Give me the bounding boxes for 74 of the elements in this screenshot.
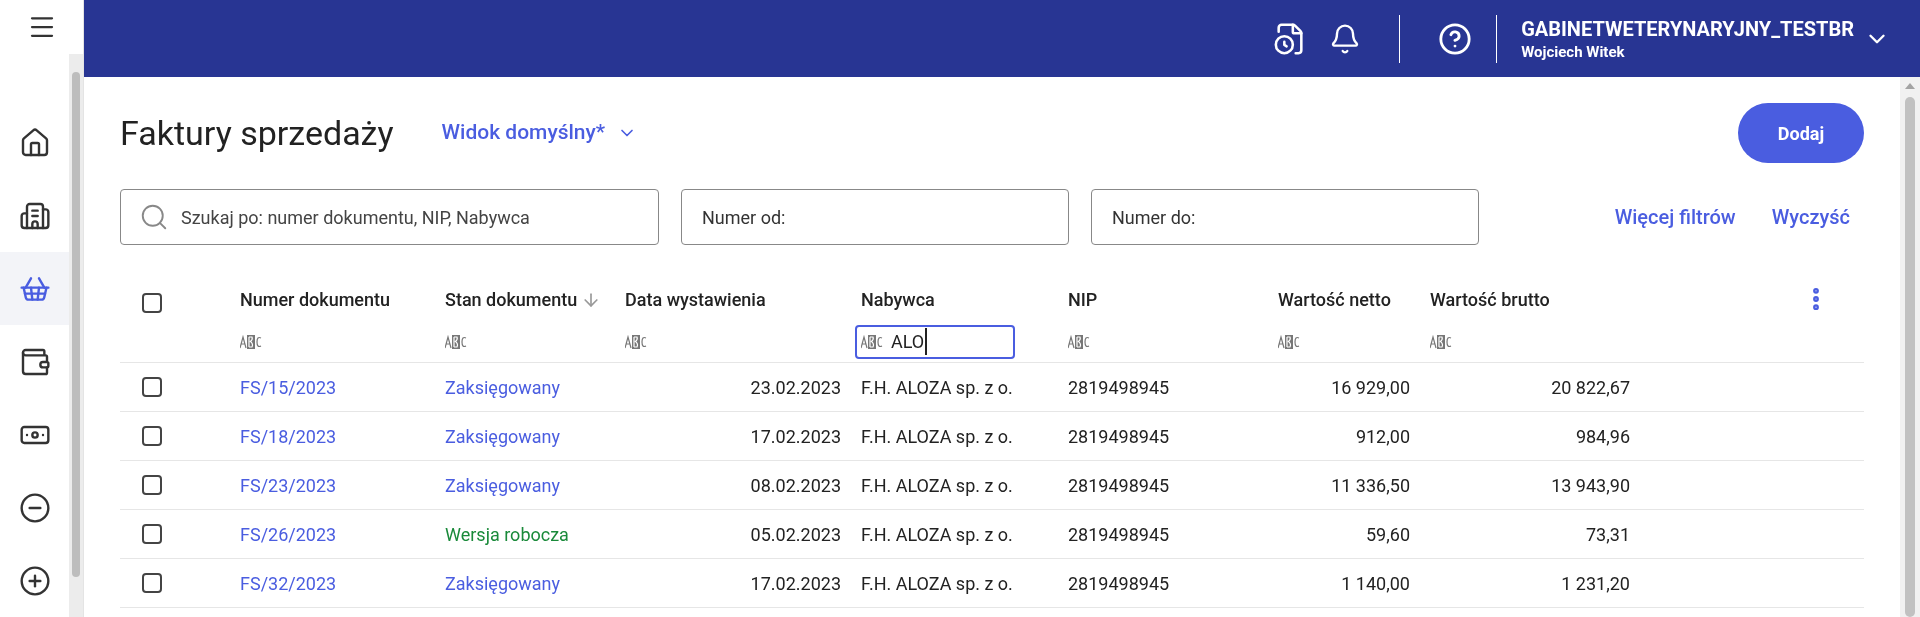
table-cell-text: 17.02.2023	[750, 424, 841, 449]
table-cell-text: 73,31	[1586, 522, 1630, 547]
scrollbar[interactable]	[69, 54, 83, 617]
number-from-field[interactable]: Numer od:	[681, 189, 1069, 245]
plus-circle-icon	[18, 564, 51, 597]
search-field[interactable]: Szukaj po: numer dokumentu, NIP, Nabywca	[120, 189, 659, 245]
table-cell-text: 05.02.2023	[750, 522, 841, 547]
search-icon	[139, 202, 169, 232]
table-cell-text: F.H. ALOZA sp. z o.	[861, 571, 1013, 596]
scrollbar[interactable]	[1900, 77, 1920, 617]
table-cell-text: 13 943,90	[1551, 473, 1630, 498]
help-icon[interactable]	[1438, 21, 1473, 56]
checkbox[interactable]	[142, 293, 162, 313]
table-cell-text: F.H. ALOZA sp. z o.	[861, 473, 1013, 498]
checkbox[interactable]	[142, 426, 162, 446]
column-header[interactable]: Nabywca	[861, 286, 935, 313]
table-cell-text: 2819498945	[1068, 375, 1170, 400]
page-title: Faktury sprzedaży	[120, 111, 394, 155]
company-name: GABINETWETERYNARYJNY_TESTBR	[1521, 15, 1854, 42]
text-filter-icon	[1278, 334, 1300, 349]
status-text: Zaksięgowany	[445, 424, 561, 449]
table-cell-text: 23.02.2023	[750, 375, 841, 400]
view-selector[interactable]: Widok domyślny*	[441, 117, 638, 149]
search-input[interactable]: Szukaj po: numer dokumentu, NIP, Nabywca	[181, 203, 640, 231]
table-cell-text: 912,00	[1355, 424, 1410, 449]
table-cell-text: F.H. ALOZA sp. z o.	[861, 424, 1013, 449]
text-filter-icon	[1430, 334, 1452, 349]
checkbox[interactable]	[142, 573, 162, 593]
checkbox[interactable]	[142, 475, 162, 495]
column-header[interactable]: Data wystawienia	[625, 286, 766, 313]
text-filter-icon	[240, 334, 262, 349]
column-header[interactable]: Wartość brutto	[1430, 286, 1550, 313]
table-cell-text: 2819498945	[1068, 424, 1170, 449]
table-cell-text: 984,96	[1575, 424, 1630, 449]
number-to-field[interactable]: Numer do:	[1091, 189, 1479, 245]
document-link[interactable]: FS/32/2023	[240, 569, 337, 597]
table-cell-text: 16 929,00	[1331, 375, 1410, 400]
text-filter-icon	[861, 334, 883, 349]
table-cell-text: 1 140,00	[1341, 571, 1410, 596]
status-text: Zaksięgowany	[445, 473, 561, 498]
text-filter-icon	[445, 334, 467, 349]
status-text: Wersja robocza	[445, 522, 569, 547]
table-cell-text: 2819498945	[1068, 473, 1170, 498]
minus-circle-icon	[18, 491, 51, 524]
column-header[interactable]: Wartość netto	[1278, 286, 1391, 313]
document-link[interactable]: FS/23/2023	[240, 471, 337, 499]
filter-value: ALO	[891, 328, 928, 355]
clear-link[interactable]: Wyczyść	[1771, 202, 1850, 232]
document-link[interactable]: FS/15/2023	[240, 373, 337, 401]
document-link[interactable]: FS/26/2023	[240, 520, 337, 548]
table-cell-text: F.H. ALOZA sp. z o.	[861, 522, 1013, 547]
document-link[interactable]: FS/18/2023	[240, 422, 337, 450]
text-filter-icon	[625, 334, 647, 349]
table-cell-text: 20 822,67	[1551, 375, 1630, 400]
user-name: Wojciech Witek	[1521, 41, 1626, 62]
table-cell-text: F.H. ALOZA sp. z o.	[861, 375, 1013, 400]
table-cell-text: 59,60	[1366, 522, 1410, 547]
column-filter-field[interactable]: ALO	[855, 324, 1015, 359]
checkbox[interactable]	[142, 377, 162, 397]
checkbox[interactable]	[142, 524, 162, 544]
table-cell-text: 2819498945	[1068, 571, 1170, 596]
more-filters-link[interactable]: Więcej filtrów	[1614, 202, 1736, 232]
status-text: Zaksięgowany	[445, 375, 561, 400]
text-filter-icon	[1068, 334, 1090, 349]
table-cell-text: 11 336,50	[1331, 473, 1410, 498]
table-cell-text: 1 231,20	[1561, 571, 1630, 596]
status-text: Zaksięgowany	[445, 571, 561, 596]
table-cell-text: 17.02.2023	[750, 571, 841, 596]
add-button[interactable]: Dodaj	[1738, 103, 1864, 163]
table-cell-text: 08.02.2023	[750, 473, 841, 498]
table-cell-text: 2819498945	[1068, 522, 1170, 547]
column-header[interactable]: Stan dokumentu	[445, 286, 602, 313]
column-header[interactable]: NIP	[1068, 286, 1098, 313]
column-header[interactable]: Numer dokumentu	[240, 286, 391, 313]
